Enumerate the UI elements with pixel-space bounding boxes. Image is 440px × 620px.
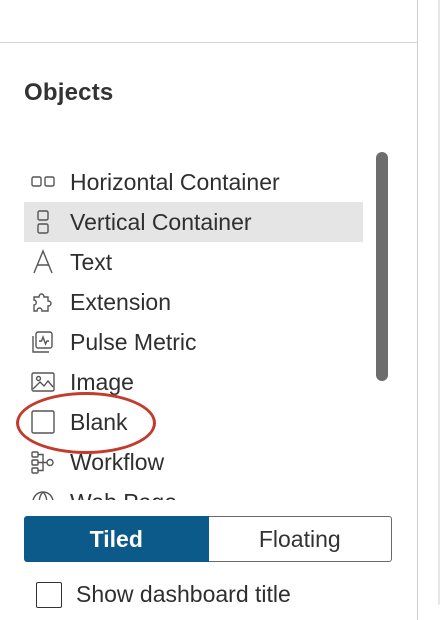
object-item-web-page[interactable]: Web Page [24, 482, 363, 500]
blank-icon [30, 409, 56, 435]
layout-mode-toggle: Tiled Floating [24, 516, 392, 562]
object-item-label: Text [70, 248, 113, 275]
object-item-extension[interactable]: Extension [24, 282, 363, 322]
object-item-label: Image [70, 368, 134, 395]
objects-title: Objects [24, 79, 114, 106]
objects-pane: Objects Horizontal Container Vertical Co… [0, 0, 418, 620]
tiled-button[interactable]: Tiled [24, 516, 209, 562]
objects-list: Horizontal Container Vertical Container … [24, 160, 364, 500]
show-dashboard-title-checkbox[interactable] [36, 581, 62, 608]
text-icon [30, 249, 56, 275]
object-item-image[interactable]: Image [24, 362, 363, 402]
image-icon [30, 369, 56, 395]
object-item-horizontal-container[interactable]: Horizontal Container [24, 162, 363, 202]
object-item-text[interactable]: Text [24, 242, 363, 282]
top-divider [0, 42, 417, 43]
object-item-label: Workflow [70, 448, 165, 475]
object-item-label: Horizontal Container [70, 168, 280, 195]
object-item-workflow[interactable]: Workflow [24, 442, 363, 482]
show-dashboard-title-label: Show dashboard title [76, 581, 291, 607]
object-item-label: Web Page [70, 489, 177, 501]
objects-scrollbar[interactable] [376, 152, 388, 381]
object-item-label: Vertical Container [70, 208, 252, 235]
object-item-pulse-metric[interactable]: Pulse Metric [24, 322, 363, 362]
object-item-label: Blank [70, 408, 128, 435]
extension-icon [30, 289, 56, 315]
workflow-icon [30, 449, 56, 475]
horizontal-container-icon [30, 169, 56, 195]
show-dashboard-title-option[interactable]: Show dashboard title [36, 581, 291, 608]
pulse-metric-icon [30, 329, 56, 355]
web-page-icon [30, 489, 56, 500]
adjacent-panel-edge [418, 0, 440, 620]
vertical-container-icon [30, 209, 56, 235]
object-item-label: Pulse Metric [70, 328, 197, 355]
object-item-label: Extension [70, 288, 172, 315]
object-item-vertical-container[interactable]: Vertical Container [24, 202, 363, 242]
floating-button[interactable]: Floating [208, 516, 392, 562]
object-item-blank[interactable]: Blank [24, 402, 363, 442]
